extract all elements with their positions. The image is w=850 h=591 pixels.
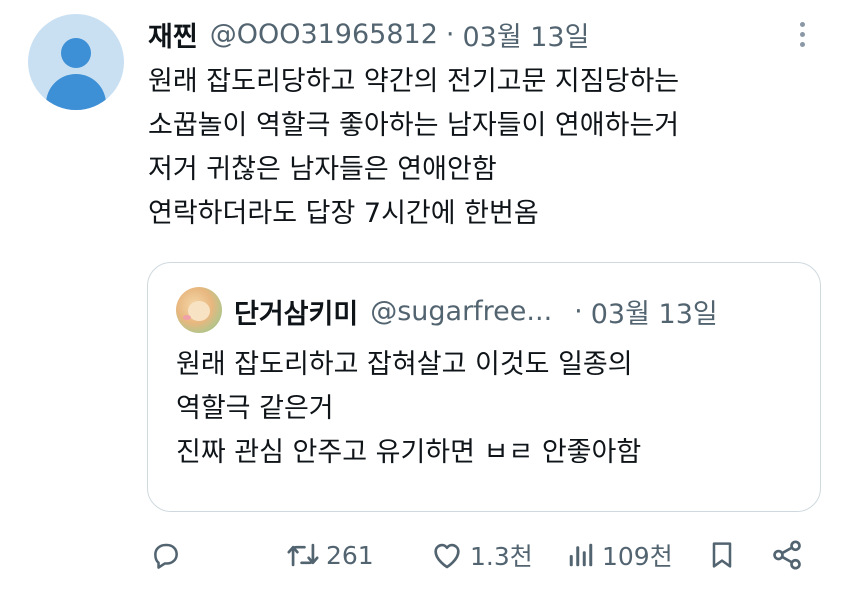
avatar-blush-shape — [183, 315, 191, 320]
share-button[interactable] — [770, 532, 804, 578]
quoted-author-handle[interactable]: @sugarfree... — [370, 296, 552, 327]
like-button[interactable]: 1.3천 — [430, 532, 533, 578]
tweet-line: 연락하더라도 답장 7시간에 한번옴 — [148, 198, 539, 229]
tweet-line: 소꿉놀이 역할극 좋아하는 남자들이 연애하는거 — [148, 110, 680, 141]
like-count: 1.3천 — [470, 542, 533, 571]
bookmark-icon — [712, 542, 732, 568]
reply-button[interactable] — [150, 532, 188, 578]
quoted-tweet-line: 역할극 같은거 — [176, 393, 334, 424]
author-avatar[interactable] — [28, 14, 124, 110]
quoted-author-avatar[interactable] — [176, 287, 222, 333]
tweet-text: 원래 잡도리당하고 약간의 전기고문 지짐당하는 소꿉놀이 역할극 좋아하는 남… — [148, 60, 828, 236]
author-handle[interactable]: @OOO31965812 — [210, 19, 438, 50]
quoted-tweet-date[interactable]: 03월 13일 — [591, 292, 718, 331]
tweet-line: 저거 귀찮은 남자들은 연애안함 — [148, 154, 497, 185]
quoted-tweet-header: 단거삼키미 @sugarfree... · 03월 13일 — [234, 291, 718, 331]
share-icon — [773, 540, 801, 570]
tweet-date[interactable]: 03월 13일 — [462, 15, 589, 54]
retweet-button[interactable]: 261 — [286, 532, 374, 578]
quoted-tweet-line: 진짜 관심 안주고 유기하면 ㅂㄹ 안좋아함 — [176, 437, 642, 468]
action-bar: 261 1.3천 109천 — [0, 532, 850, 578]
quoted-author-name[interactable]: 단거삼키미 — [234, 292, 358, 331]
quoted-tweet-text: 원래 잡도리하고 잡혀살고 이것도 일종의 역할극 같은거 진짜 관심 안주고 … — [176, 343, 641, 475]
quoted-tweet-line: 원래 잡도리하고 잡혀살고 이것도 일종의 — [176, 349, 633, 380]
reply-icon — [154, 543, 178, 569]
quoted-tweet-card[interactable]: 단거삼키미 @sugarfree... · 03월 13일 원래 잡도리하고 잡… — [147, 262, 821, 512]
views-icon — [569, 543, 593, 567]
avatar-face-shape — [188, 301, 210, 321]
author-name[interactable]: 재찐 — [148, 15, 198, 54]
header-separator: · — [445, 18, 455, 50]
heart-icon — [434, 543, 460, 569]
retweet-count: 261 — [326, 540, 374, 570]
tweet-header: 재찐 @OOO31965812 · 03월 13일 — [148, 14, 589, 54]
bookmark-button[interactable] — [706, 532, 738, 578]
retweet-icon — [287, 543, 319, 567]
quoted-header-separator: · — [574, 295, 583, 327]
avatar-head-shape — [61, 38, 91, 68]
tweet-line: 원래 잡도리당하고 약간의 전기고문 지짐당하는 — [148, 66, 680, 97]
avatar-body-shape — [46, 74, 106, 110]
more-options-icon[interactable] — [790, 22, 814, 52]
views-button[interactable]: 109천 — [566, 532, 673, 578]
views-count: 109천 — [602, 542, 673, 571]
